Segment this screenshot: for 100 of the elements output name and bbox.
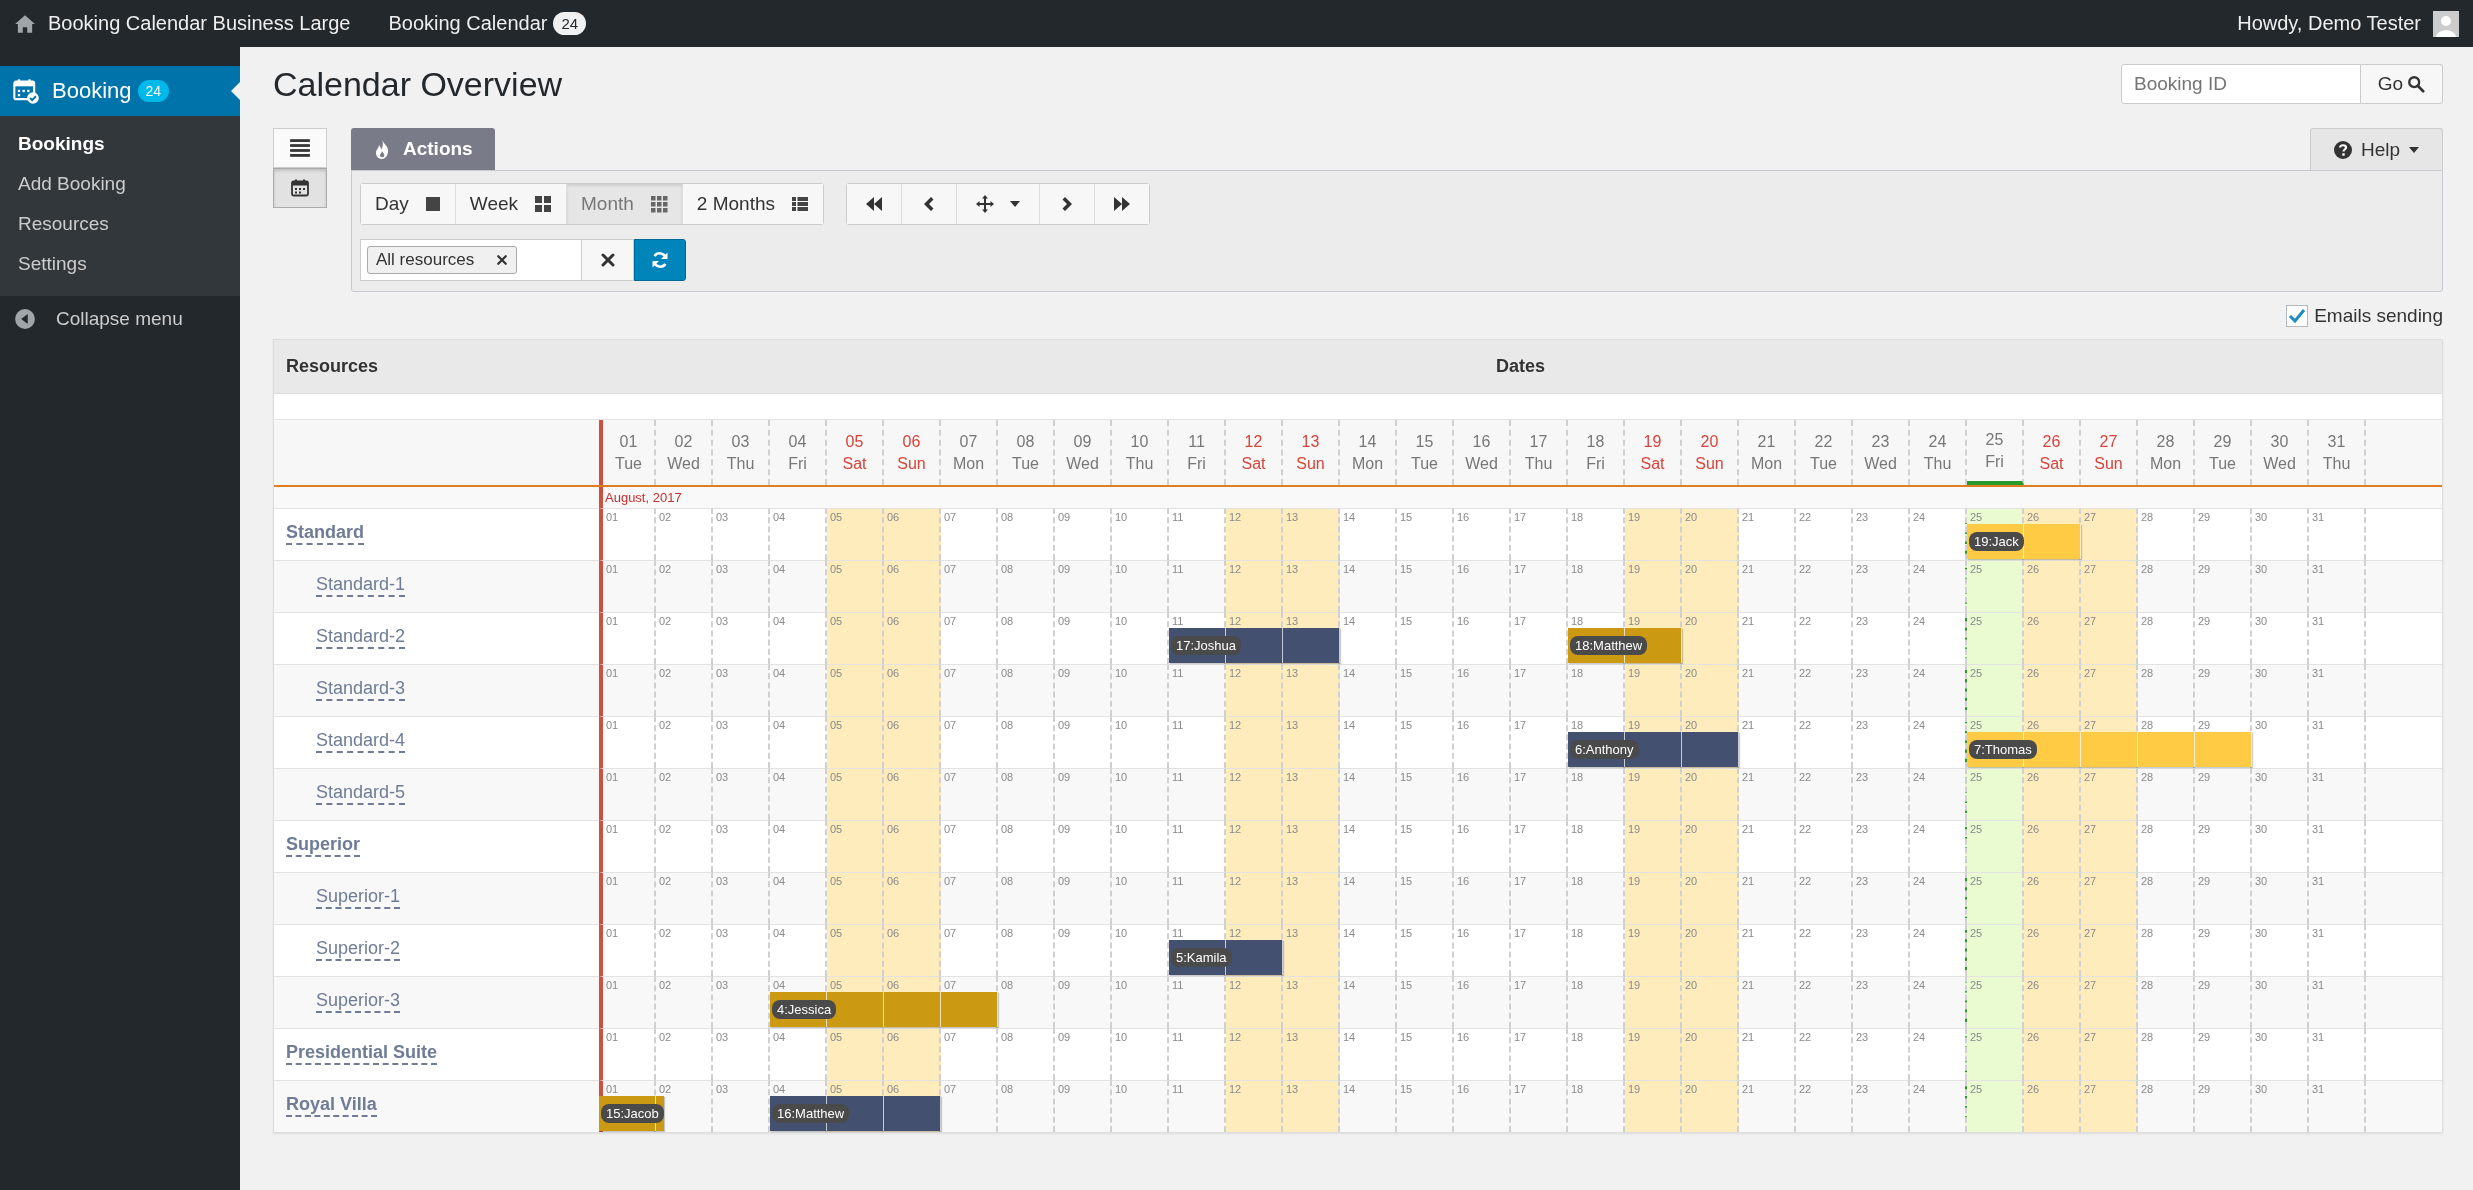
day-cell: 10 xyxy=(1112,716,1169,768)
calendar-check-icon xyxy=(12,77,40,105)
checkbox[interactable] xyxy=(2286,305,2309,327)
day-cell: 06 xyxy=(884,768,941,820)
day-cell: 05 xyxy=(827,664,884,716)
first-button[interactable] xyxy=(847,184,902,224)
refresh-button[interactable] xyxy=(634,239,686,281)
resource-link[interactable]: Presidential Suite xyxy=(286,1043,438,1065)
day-cell: 27 xyxy=(2081,872,2138,924)
check-icon xyxy=(2288,307,2307,325)
move-button[interactable] xyxy=(957,184,1040,224)
day-cell: 07 xyxy=(941,612,998,664)
resource-link[interactable]: Standard-3 xyxy=(316,679,406,701)
search-field[interactable]: Booking ID xyxy=(2121,64,2361,104)
day-cell: 02 xyxy=(656,612,713,664)
day-cell: 18 xyxy=(1568,768,1625,820)
day-cell: 11 xyxy=(1169,716,1226,768)
day-cell: 04 xyxy=(770,664,827,716)
booking-bar[interactable]: 5:Kamila xyxy=(1169,940,1283,975)
resource-link[interactable]: Standard-1 xyxy=(316,575,406,597)
greeting[interactable]: Howdy, Demo Tester xyxy=(2237,12,2421,35)
day-cell: 26 xyxy=(2024,612,2081,664)
day-cell: 13 xyxy=(1283,872,1340,924)
resource-select[interactable]: All resources xyxy=(360,239,582,281)
booking-bar[interactable]: 16:Matthew xyxy=(770,1096,941,1131)
booking-bar[interactable]: 17:Joshua xyxy=(1169,628,1340,663)
day-cell: 07 xyxy=(941,872,998,924)
day-cell: 21 xyxy=(1739,872,1796,924)
booking-bar[interactable]: 18:Matthew xyxy=(1568,628,1682,663)
day-cell: 01 xyxy=(599,872,656,924)
day-cell: 05 xyxy=(827,820,884,872)
view-mode-button[interactable]: Day xyxy=(361,184,456,224)
day-cell: 03 xyxy=(713,924,770,976)
view-mode-button[interactable]: Week xyxy=(455,184,568,224)
day-cell: 27 xyxy=(2081,612,2138,664)
search-icon xyxy=(2407,75,2426,93)
resource-link[interactable]: Superior-2 xyxy=(316,939,401,961)
help-button[interactable]: Help xyxy=(2309,128,2443,170)
booking-bar[interactable]: 15:Jacob xyxy=(599,1096,664,1131)
resource-link[interactable]: Superior-1 xyxy=(316,887,401,909)
day-cell: 08 xyxy=(998,612,1055,664)
booking-bar[interactable]: 19:Jack xyxy=(1967,524,2081,559)
day-cell: 08 xyxy=(998,924,1055,976)
day-cell: 22 xyxy=(1796,768,1853,820)
resource-link[interactable]: Standard-5 xyxy=(316,783,406,805)
day-cell: 24 xyxy=(1910,976,1967,1028)
booking-bar[interactable]: 7:Thomas xyxy=(1967,732,2252,767)
day-cell: 25 xyxy=(1967,664,2024,716)
day-cell: 30 xyxy=(2252,1028,2309,1080)
collapse-menu[interactable]: Collapse menu xyxy=(56,308,183,330)
resource-link[interactable]: Superior-3 xyxy=(316,991,401,1013)
day-cell: 24 xyxy=(1910,612,1967,664)
resource-link[interactable]: Standard xyxy=(286,523,364,545)
booking-bar[interactable]: 4:Jessica xyxy=(770,992,998,1027)
booking-bar[interactable]: 6:Anthony xyxy=(1568,732,1739,767)
day-cell: 16 xyxy=(1454,820,1511,872)
resource-link[interactable]: Superior xyxy=(286,835,360,857)
submenu-item[interactable]: Resources xyxy=(0,204,240,244)
day-cell: 10 xyxy=(1112,1028,1169,1080)
submenu-item[interactable]: Bookings xyxy=(0,124,240,164)
day-cell: 30 xyxy=(2252,976,2309,1028)
actions-tab[interactable]: Actions xyxy=(351,128,495,170)
resource-link[interactable]: Royal Villa xyxy=(286,1095,377,1117)
day-cell: 17 xyxy=(1511,664,1568,716)
day-cell: 27 xyxy=(2081,924,2138,976)
last-button[interactable] xyxy=(1095,184,1149,224)
month-label: August, 2017 xyxy=(604,489,683,507)
plugin-link[interactable]: Booking Calendar xyxy=(388,12,548,35)
day-cell: 31 xyxy=(2309,768,2366,820)
day-cell: 10 xyxy=(1112,508,1169,560)
day-cell: 08 xyxy=(998,664,1055,716)
day-cell: 10 xyxy=(1112,1080,1169,1132)
day-cell: 16 xyxy=(1454,508,1511,560)
day-cell: 27 xyxy=(2081,560,2138,612)
go-button[interactable]: Go xyxy=(2361,64,2443,104)
menu-item[interactable]: Booking 24 xyxy=(0,66,240,116)
day-cell: 14 xyxy=(1340,664,1397,716)
day-cell: 31 xyxy=(2309,924,2366,976)
resource-link[interactable]: Standard-2 xyxy=(316,627,406,649)
day-cell: 02 xyxy=(656,976,713,1028)
day-cell: 18 xyxy=(1568,508,1625,560)
day-cell: 14 xyxy=(1340,560,1397,612)
day-cell: 27 xyxy=(2081,768,2138,820)
view-toggle[interactable] xyxy=(273,168,327,208)
day-cell: 29 xyxy=(2195,508,2252,560)
resource-tag[interactable]: All resources xyxy=(367,246,518,274)
day-cell: 08 xyxy=(998,1080,1055,1132)
booking-label: 4:Jessica xyxy=(772,1000,837,1019)
submenu-item[interactable]: Settings xyxy=(0,244,240,284)
day-cell: 21 xyxy=(1739,560,1796,612)
site-name[interactable]: Booking Calendar Business Large xyxy=(48,12,351,35)
day-cell: 21 xyxy=(1739,1028,1796,1080)
submenu-item[interactable]: Add Booking xyxy=(0,164,240,204)
view-mode-button[interactable]: Month xyxy=(567,184,683,224)
resource-link[interactable]: Standard-4 xyxy=(316,731,406,753)
view-mode-button[interactable]: 2 Months xyxy=(682,184,823,224)
view-toggle[interactable] xyxy=(273,128,327,168)
day-cell: 08 xyxy=(998,872,1055,924)
clear-button[interactable] xyxy=(582,239,634,281)
day-cell: 06 xyxy=(884,924,941,976)
